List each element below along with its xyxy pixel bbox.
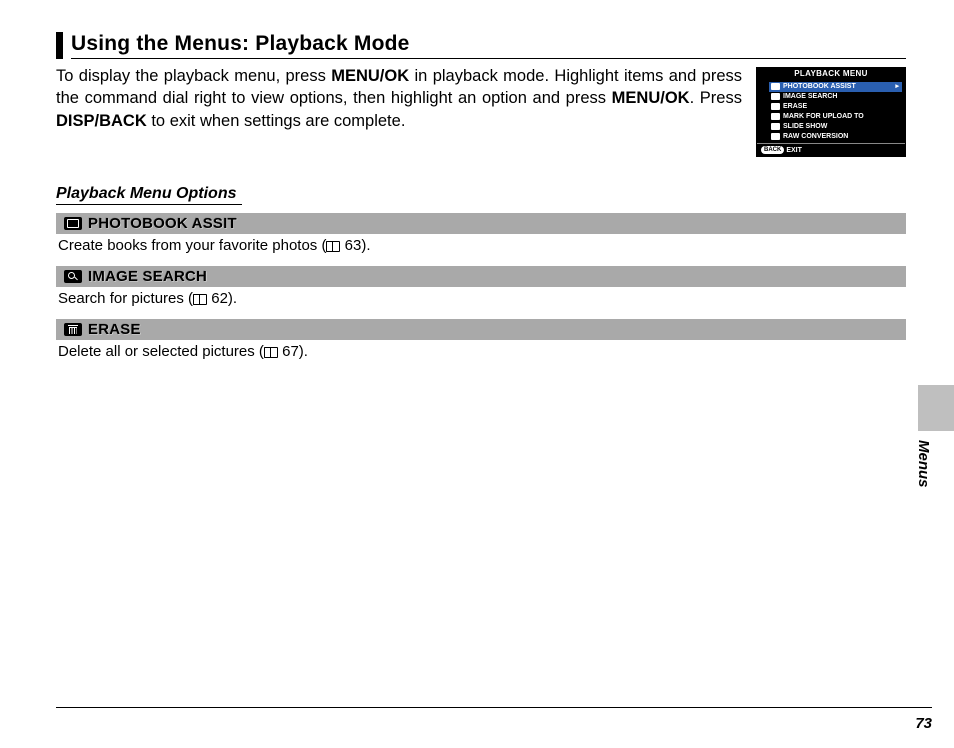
option-desc-imagesearch: Search for pictures ( 62).: [56, 287, 906, 315]
lcd-item-label: ERASE: [783, 103, 807, 111]
option-bar-imagesearch: IMAGE SEARCH: [56, 266, 906, 287]
lcd-item-slideshow: SLIDE SHOW: [769, 122, 902, 132]
desc-text: ).: [361, 237, 370, 254]
desc-ref: 63: [340, 237, 361, 254]
raw-icon: [771, 133, 780, 140]
search-icon: [64, 270, 82, 283]
lcd-item-photobook: PHOTOBOOK ASSIST: [769, 82, 902, 92]
lcd-item-erase: ERASE: [769, 102, 902, 112]
desc-text: Create books from your favorite photos (: [58, 237, 326, 254]
option-label: IMAGE SEARCH: [88, 268, 207, 285]
intro-seg: . Press: [690, 89, 742, 107]
search-icon: [771, 93, 780, 100]
lcd-item-label: IMAGE SEARCH: [783, 93, 837, 101]
option-bar-erase: ERASE: [56, 319, 906, 340]
desc-ref: 67: [278, 343, 299, 360]
desc-text: ).: [299, 343, 308, 360]
section-label: Menus: [915, 440, 932, 488]
desc-text: Delete all or selected pictures (: [58, 343, 264, 360]
back-pill: BACK: [761, 146, 784, 154]
page-ref-icon: [326, 241, 340, 251]
trash-icon: [771, 103, 780, 110]
lcd-item-label: SLIDE SHOW: [783, 123, 827, 131]
key-menuok: MENU/OK: [331, 67, 409, 85]
page-ref-icon: [264, 347, 278, 357]
lcd-item-label: RAW CONVERSION: [783, 133, 848, 141]
trash-icon: [64, 323, 82, 336]
intro-paragraph: To display the playback menu, press MENU…: [56, 65, 742, 132]
option-label: PHOTOBOOK ASSIT: [88, 215, 237, 232]
intro-row: To display the playback menu, press MENU…: [56, 65, 906, 157]
desc-text: Search for pictures (: [58, 290, 193, 307]
manual-page: Using the Menus: Playback Mode To displa…: [0, 0, 954, 748]
desc-text: ).: [228, 290, 237, 307]
option-desc-photobook: Create books from your favorite photos (…: [56, 234, 906, 262]
slideshow-icon: [771, 123, 780, 130]
headline-wrap: Using the Menus: Playback Mode: [56, 32, 906, 59]
intro-seg: To display the playback menu, press: [56, 67, 331, 85]
lcd-menu-list: PHOTOBOOK ASSIST IMAGE SEARCH ERASE MARK…: [757, 82, 905, 142]
lcd-title: PLAYBACK MENU: [757, 68, 905, 82]
option-label: ERASE: [88, 321, 141, 338]
lcd-item-upload: MARK FOR UPLOAD TO: [769, 112, 902, 122]
key-menuok: MENU/OK: [612, 89, 690, 107]
key-dispback: DISP/BACK: [56, 112, 147, 130]
book-icon: [771, 83, 780, 90]
upload-icon: [771, 113, 780, 120]
footer-rule: [56, 707, 932, 708]
lcd-footer: BACKEXIT: [757, 143, 905, 155]
page-headline: Using the Menus: Playback Mode: [71, 32, 906, 59]
lcd-item-raw: RAW CONVERSION: [769, 132, 902, 142]
lcd-item-label: MARK FOR UPLOAD TO: [783, 113, 864, 121]
lcd-item-imagesearch: IMAGE SEARCH: [769, 92, 902, 102]
option-desc-erase: Delete all or selected pictures ( 67).: [56, 340, 906, 368]
section-tab: [918, 385, 954, 431]
lcd-item-label: PHOTOBOOK ASSIST: [783, 83, 856, 91]
lcd-screenshot: PLAYBACK MENU PHOTOBOOK ASSIST IMAGE SEA…: [756, 67, 906, 157]
page-ref-icon: [193, 294, 207, 304]
option-bar-photobook: PHOTOBOOK ASSIT: [56, 213, 906, 234]
book-icon: [64, 217, 82, 230]
intro-seg: to exit when settings are complete.: [147, 112, 406, 130]
page-number: 73: [915, 715, 932, 732]
options-subhead: Playback Menu Options: [56, 185, 242, 205]
desc-ref: 62: [207, 290, 228, 307]
lcd-exit-label: EXIT: [786, 147, 802, 154]
